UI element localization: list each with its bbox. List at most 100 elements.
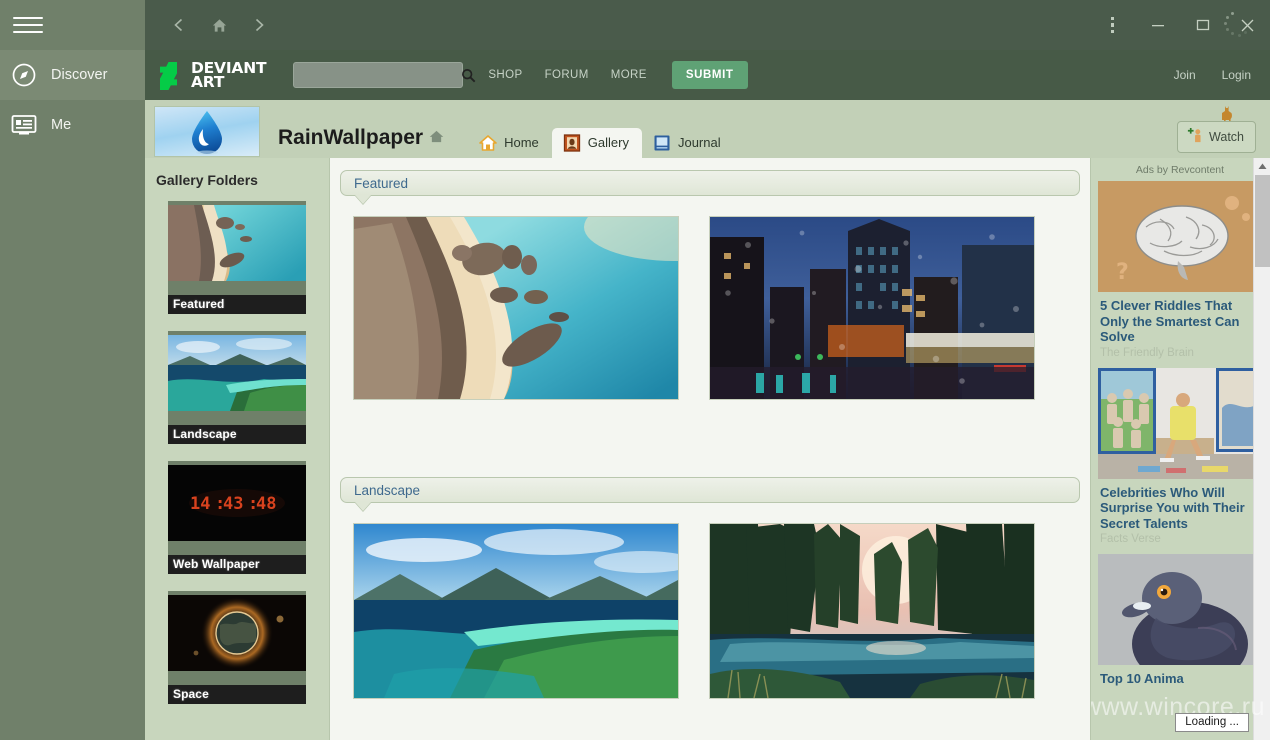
sidebar-item-discover[interactable]: Discover xyxy=(0,50,145,100)
gallery-folders-panel: Gallery Folders Featured Landscape 14: … xyxy=(145,158,330,740)
close-button[interactable] xyxy=(1225,0,1270,50)
login-link[interactable]: Login xyxy=(1222,68,1251,82)
nav-forum[interactable]: FORUM xyxy=(534,63,600,87)
deviantart-wordmark: DEVIANT ART xyxy=(191,60,267,91)
scrollbar-thumb[interactable] xyxy=(1255,175,1270,267)
tab-label: Gallery xyxy=(587,135,629,150)
ad-item[interactable]: ? ? 5 Clever Riddles That Only the Smart… xyxy=(1098,181,1266,359)
folders-title: Gallery Folders xyxy=(156,172,258,188)
folder-label: Web Wallpaper xyxy=(168,555,306,574)
folder-spacer xyxy=(168,281,306,295)
content-area: Gallery Folders Featured Landscape 14: … xyxy=(145,158,1270,740)
sidebar-item-me[interactable]: Me xyxy=(0,100,145,150)
app-rail: Discover Me xyxy=(0,0,145,740)
tab-label: Journal xyxy=(677,135,721,150)
submit-button[interactable]: SUBMIT xyxy=(671,61,748,89)
section-header-featured: Featured xyxy=(340,170,1080,196)
forward-button[interactable] xyxy=(239,6,279,44)
folder-spacer xyxy=(168,541,306,555)
folder-web-wallpaper[interactable]: 14:43:48 Web Wallpaper xyxy=(168,461,306,574)
vertical-scrollbar[interactable] xyxy=(1253,158,1270,740)
sidebar-item-label: Me xyxy=(51,117,72,133)
profile-name-text: RainWallpaper xyxy=(278,126,424,149)
site-nav: SHOP FORUM MORE xyxy=(477,63,657,87)
ad-thumbnail: ? ? xyxy=(1098,181,1266,292)
watch-button[interactable]: Watch xyxy=(1177,121,1256,153)
ad-item[interactable]: Celebrities Who Will Surprise You with T… xyxy=(1098,367,1266,545)
card-list-icon xyxy=(11,112,37,138)
maximize-button[interactable] xyxy=(1180,0,1225,50)
search-icon[interactable] xyxy=(461,68,483,83)
compass-icon xyxy=(11,62,37,88)
deviantart-mark-icon xyxy=(160,62,182,90)
home-small-icon xyxy=(429,130,444,146)
brand-line-2: ART xyxy=(191,73,225,91)
minimize-button[interactable] xyxy=(1135,0,1180,50)
tab-label: Home xyxy=(504,135,539,150)
join-link[interactable]: Join xyxy=(1174,68,1196,82)
folder-featured[interactable]: Featured xyxy=(168,201,306,314)
nav-shop[interactable]: SHOP xyxy=(477,63,533,87)
avatar[interactable] xyxy=(154,106,260,157)
gallery-grid-landscape xyxy=(340,523,1080,704)
browser-window: DEVIANT ART SHOP FORUM MORE SUBMIT Join … xyxy=(145,0,1270,740)
deviantart-logo[interactable]: DEVIANT ART xyxy=(160,60,267,91)
ad-title: Top 10 Anima xyxy=(1100,671,1184,686)
profile-header: RainWallpaper Home Gallery Journal Watch xyxy=(145,100,1270,158)
scroll-up-button[interactable] xyxy=(1254,158,1270,175)
folder-label: Space xyxy=(168,685,306,704)
deviation-thumbnail xyxy=(709,216,1036,400)
loading-tooltip: Loading ... xyxy=(1175,713,1249,732)
deviation-card[interactable] xyxy=(353,193,764,405)
home-button[interactable] xyxy=(199,6,239,44)
house-icon xyxy=(479,134,497,152)
svg-text:?: ? xyxy=(1116,260,1129,285)
folder-label: Landscape xyxy=(168,425,306,444)
folder-thumbnail xyxy=(168,595,306,671)
ad-thumbnail xyxy=(1098,367,1266,479)
section-title: Featured xyxy=(354,175,409,191)
more-vertical-button[interactable] xyxy=(1090,0,1135,50)
navigation-buttons xyxy=(145,6,279,44)
folder-spacer xyxy=(168,671,306,685)
ads-panel: Ads by Revcontent ? 5 Clever Riddles Tha… xyxy=(1090,158,1270,740)
ad-thumbnail xyxy=(1098,554,1266,665)
deviation-card[interactable] xyxy=(353,523,694,704)
deviation-card[interactable] xyxy=(709,523,1035,704)
tab-gallery[interactable]: Gallery xyxy=(551,128,642,158)
nav-more[interactable]: MORE xyxy=(600,63,658,87)
ad-item[interactable]: Top 10 Anima xyxy=(1098,554,1266,687)
tab-journal[interactable]: Journal xyxy=(642,128,734,158)
add-watcher-icon xyxy=(1186,127,1203,147)
account-links: Join Login xyxy=(1174,68,1251,82)
folder-thumbnail xyxy=(168,335,306,411)
profile-tabs: Home Gallery Journal xyxy=(468,100,734,158)
ads-provider-label: Ads by Revcontent xyxy=(1135,164,1225,176)
ad-title: Celebrities Who Will Surprise You with T… xyxy=(1100,484,1245,531)
folder-spacer xyxy=(168,411,306,425)
tab-home[interactable]: Home xyxy=(468,128,552,158)
search-input[interactable] xyxy=(294,63,462,87)
picture-frame-icon xyxy=(563,133,581,152)
page-title: RainWallpaper xyxy=(278,126,444,150)
deviation-thumbnail xyxy=(353,523,694,699)
ad-source: Facts Verse xyxy=(1100,533,1161,545)
folder-thumbnail: 14:43:48 xyxy=(168,465,306,541)
search-box[interactable] xyxy=(293,62,476,88)
window-controls xyxy=(1090,0,1270,50)
deviantart-header: DEVIANT ART SHOP FORUM MORE SUBMIT Join … xyxy=(145,50,1270,100)
title-bar xyxy=(145,0,1270,50)
hamburger-icon xyxy=(13,12,43,38)
back-button[interactable] xyxy=(159,6,199,44)
deviation-card[interactable] xyxy=(709,216,1036,405)
gallery-main: Featured Landscape xyxy=(330,158,1090,740)
ad-title: 5 Clever Riddles That Only the Smartest … xyxy=(1100,298,1240,344)
folder-landscape[interactable]: Landscape xyxy=(168,331,306,444)
sidebar-item-label: Discover xyxy=(51,67,108,83)
application-window: Discover Me DEVIANT ART SHOP FORUM MORE … xyxy=(0,0,1270,740)
more-vertical-icon xyxy=(1110,16,1115,34)
folder-space[interactable]: Space xyxy=(168,591,306,704)
hamburger-menu-button[interactable] xyxy=(0,0,145,50)
journal-book-icon xyxy=(653,134,671,152)
